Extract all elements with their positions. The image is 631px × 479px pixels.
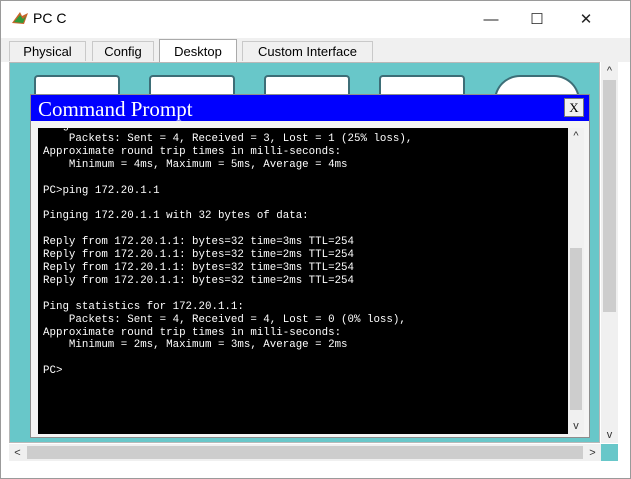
horizontal-scroll-thumb[interactable] [27,446,583,459]
title-bar[interactable]: PC C — ☐ ✕ [1,1,630,37]
terminal-scroll-thumb[interactable] [570,248,582,410]
terminal-scrollbar[interactable]: ^ v [568,128,584,434]
command-prompt-title: Command Prompt [38,97,193,121]
window-bottom-edge [1,462,630,478]
close-window-button[interactable]: ✕ [563,1,609,37]
command-prompt-header[interactable]: Command Prompt X [31,95,589,121]
scroll-down-arrow-icon[interactable]: v [568,418,584,434]
scroll-left-arrow-icon[interactable]: < [9,444,26,461]
scroll-right-arrow-icon[interactable]: > [584,444,601,461]
tab-physical[interactable]: Physical [9,41,86,61]
command-prompt-window: Command Prompt X Ping statistics for 172… [30,94,590,438]
tab-config[interactable]: Config [92,41,154,61]
scrollbar-corner [601,444,618,461]
minimize-button[interactable]: — [468,1,514,37]
maximize-button[interactable]: ☐ [514,1,560,37]
pc-app-icon [12,12,28,24]
vertical-scrollbar[interactable]: ^ v [601,62,618,443]
terminal-output[interactable]: Ping statistics for 172.20.1.1: Packets:… [38,128,568,434]
tab-bar: Physical Config Desktop Custom Interface [1,38,630,62]
scroll-down-arrow-icon[interactable]: v [601,426,618,443]
terminal-text: Ping statistics for 172.20.1.1: Packets:… [43,128,413,378]
scroll-up-arrow-icon[interactable]: ^ [568,128,584,144]
tab-desktop[interactable]: Desktop [159,39,237,62]
app-window: PC C — ☐ ✕ Physical Config Desktop Custo… [0,0,631,479]
window-title: PC C [33,10,67,26]
scroll-up-arrow-icon[interactable]: ^ [601,62,618,79]
tab-custom-interface[interactable]: Custom Interface [242,41,373,61]
horizontal-scrollbar[interactable]: < > [9,444,601,461]
command-prompt-close-button[interactable]: X [564,98,584,117]
vertical-scroll-thumb[interactable] [603,80,616,312]
